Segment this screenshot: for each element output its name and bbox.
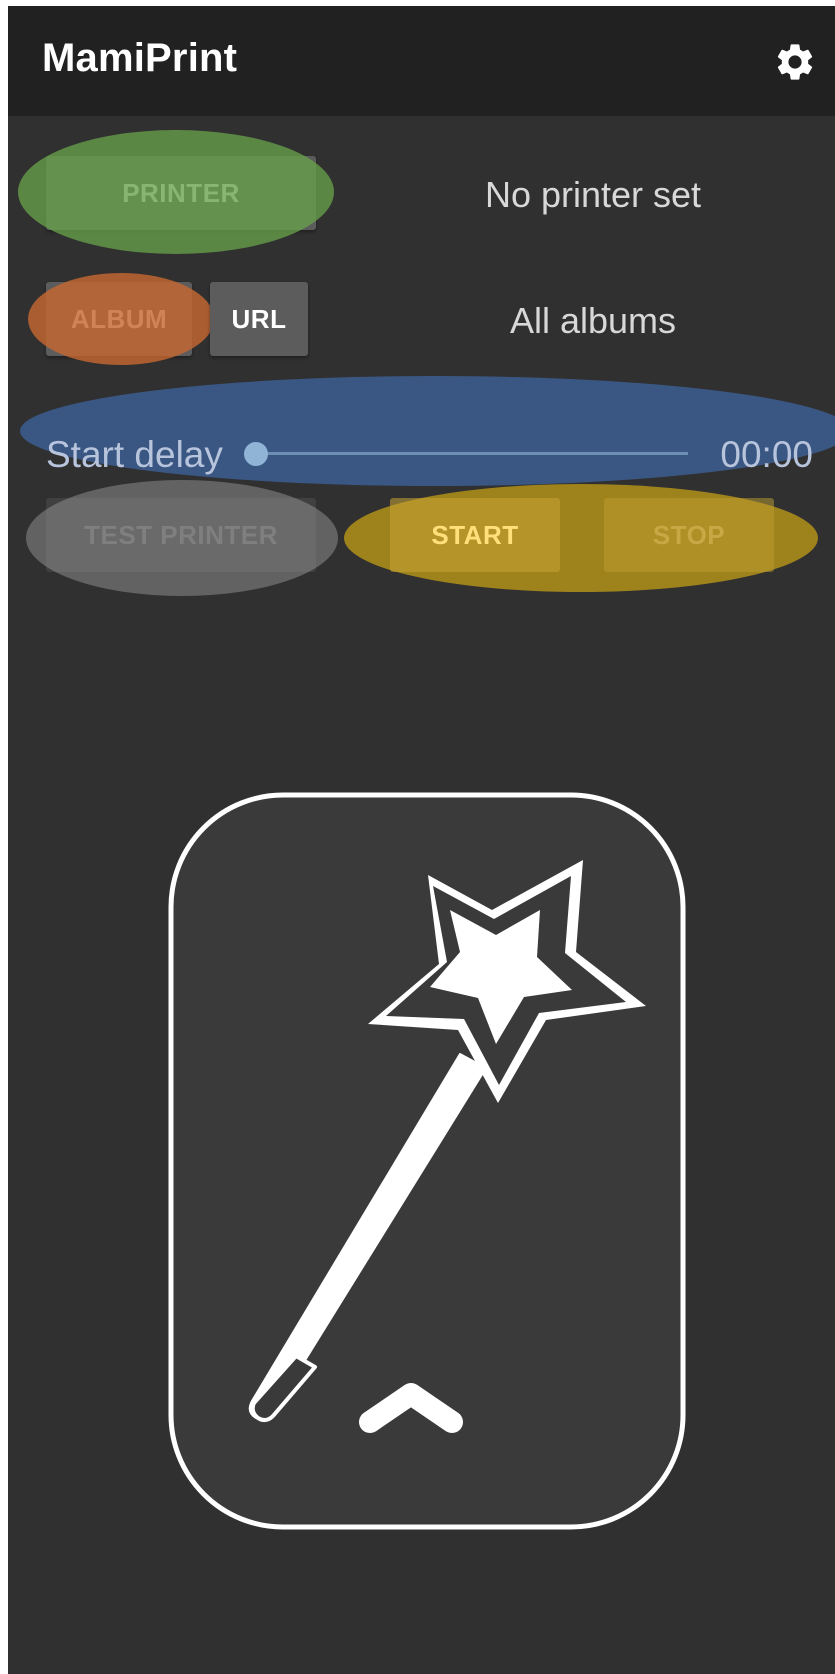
- url-button[interactable]: URL: [210, 282, 308, 356]
- test-printer-button[interactable]: TEST PRINTER: [46, 498, 316, 572]
- app-screen: MamiPrint PRINTER No printer set ALBUM U…: [8, 6, 835, 1674]
- stop-button[interactable]: STOP: [604, 498, 774, 572]
- printer-button[interactable]: PRINTER: [46, 156, 316, 230]
- delay-value: 00:00: [720, 434, 813, 475]
- start-button[interactable]: START: [390, 498, 560, 572]
- gear-icon[interactable]: [773, 40, 817, 84]
- album-button[interactable]: ALBUM: [46, 282, 192, 356]
- delay-slider-track[interactable]: [256, 452, 688, 455]
- printer-status: No printer set: [484, 174, 702, 215]
- app-title: MamiPrint: [42, 36, 238, 80]
- album-status: All albums: [509, 300, 677, 341]
- delay-slider-thumb[interactable]: [244, 442, 268, 466]
- start-delay-label: Start delay: [46, 434, 223, 475]
- magic-wand-card[interactable]: [168, 792, 686, 1530]
- app-bar: MamiPrint: [8, 6, 835, 116]
